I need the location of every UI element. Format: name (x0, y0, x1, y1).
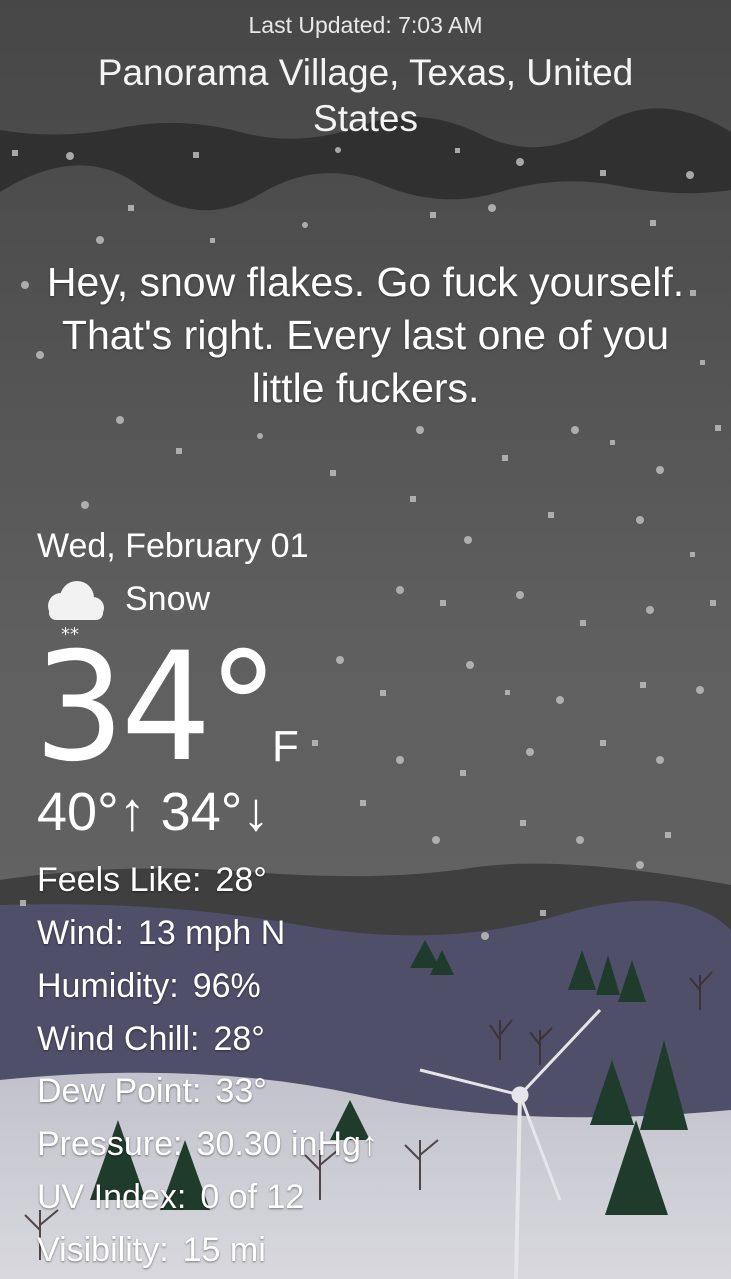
temperature-unit[interactable]: F (272, 722, 299, 772)
detail-value: 96% (192, 967, 261, 1005)
detail-wind-chill: Wind Chill: 28° (37, 1019, 265, 1059)
detail-value: 33° (215, 1072, 267, 1110)
detail-label: UV Index: (37, 1178, 187, 1216)
detail-label: Visibility: (37, 1231, 169, 1269)
detail-label: Wind: (37, 914, 124, 952)
detail-value: 13 mph N (137, 914, 286, 952)
detail-value: 30.30 inHg↑ (196, 1125, 378, 1163)
detail-wind: Wind: 13 mph N (37, 913, 285, 953)
condition-label: Snow (125, 580, 211, 618)
detail-label: Humidity: (37, 967, 179, 1005)
detail-label: Pressure: (37, 1125, 183, 1163)
location-title[interactable]: Panorama Village, Texas, United States (60, 50, 671, 142)
current-temperature: 34° (34, 621, 279, 795)
detail-value: 28° (213, 1020, 265, 1058)
detail-dew-point: Dew Point: 33° (37, 1071, 267, 1111)
detail-label: Feels Like: (37, 861, 202, 899)
detail-label: Wind Chill: (37, 1020, 200, 1058)
detail-value: 28° (215, 861, 267, 899)
detail-feels-like: Feels Like: 28° (37, 860, 267, 900)
detail-visibility: Visibility: 15 mi (37, 1230, 266, 1270)
detail-humidity: Humidity: 96% (37, 966, 261, 1006)
detail-uv-index: UV Index: 0 of 12 (37, 1177, 304, 1217)
current-date: Wed, February 01 (37, 527, 309, 565)
weather-commentary: Hey, snow flakes. Go fuck yourself. That… (46, 259, 685, 411)
high-low-temperature: 40°↑ 34°↓ (37, 782, 270, 842)
detail-value: 0 of 12 (200, 1178, 305, 1216)
detail-value: 15 mi (182, 1231, 266, 1269)
last-updated-text: Last Updated: 7:03 AM (248, 12, 483, 38)
detail-pressure: Pressure: 30.30 inHg↑ (37, 1124, 378, 1164)
detail-label: Dew Point: (37, 1072, 202, 1110)
